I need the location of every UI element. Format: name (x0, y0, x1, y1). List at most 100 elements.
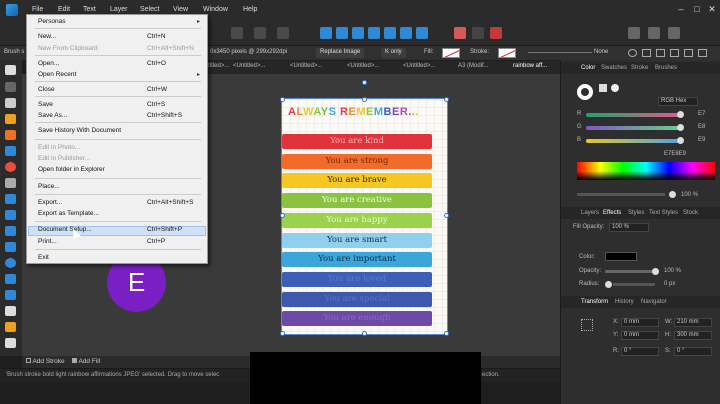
fill-tool-icon[interactable] (5, 162, 16, 172)
flip-h-icon[interactable] (684, 49, 693, 57)
shear-field[interactable]: 0 ° (674, 347, 712, 356)
fill-color-well[interactable] (599, 84, 607, 92)
tab-effects[interactable]: Effects (603, 210, 621, 216)
g-value[interactable]: E8 (698, 124, 705, 130)
tab-styles[interactable]: Styles (628, 210, 644, 216)
effect-opacity-knob[interactable] (652, 268, 659, 275)
selection-handle[interactable] (280, 97, 285, 102)
selection-handle[interactable] (444, 97, 449, 102)
heart-tool-icon[interactable] (5, 290, 16, 300)
rectangle-tool-icon[interactable] (5, 226, 16, 236)
color-model-select[interactable]: RGB Hex (658, 97, 698, 106)
rotate-icon[interactable] (416, 27, 428, 39)
pencil-tool-icon[interactable] (5, 130, 16, 140)
triangle-tool-icon[interactable] (5, 242, 16, 252)
g-channel-knob[interactable] (677, 124, 684, 131)
tab-navigator[interactable]: Navigator (641, 299, 667, 305)
menu-item-save-as[interactable]: Save As... (38, 112, 67, 119)
menu-select[interactable]: Select (140, 6, 159, 13)
menu-item-save-history-with-document[interactable]: Save History With Document (38, 127, 121, 134)
flip-v-icon[interactable] (698, 49, 707, 57)
effect-opacity-value[interactable]: 100 % (664, 268, 681, 274)
fill-opacity-field[interactable]: 100 % (609, 223, 649, 232)
menu-item-close[interactable]: Close (38, 86, 55, 93)
effect-opacity-slider[interactable] (605, 270, 655, 273)
place-image-tool-icon[interactable] (5, 194, 16, 204)
menu-item-new-from-clipboard[interactable]: New From Clipboard (38, 45, 98, 52)
align-top-icon[interactable] (368, 27, 380, 39)
effect-radius-knob[interactable] (605, 281, 612, 288)
w-field[interactable]: 210 mm (674, 318, 712, 327)
menu-item-exit[interactable]: Exit (38, 254, 49, 261)
fill-swatch[interactable] (442, 48, 460, 58)
pen-tool-icon[interactable] (5, 114, 16, 124)
effect-color-swatch[interactable] (605, 252, 637, 261)
order-icon[interactable] (277, 27, 289, 39)
tab-untitled-3[interactable]: <Untitled>... (290, 63, 322, 69)
align-left-icon[interactable] (320, 27, 332, 39)
align-right-icon[interactable] (352, 27, 364, 39)
menu-item-document-setup[interactable]: Document Setup... (38, 226, 92, 233)
menu-item-open-recent[interactable]: Open Recent (38, 71, 76, 78)
menu-file[interactable]: File (32, 6, 43, 13)
tab-rainbow-affirmations[interactable]: rainbow aff... (513, 63, 547, 69)
snap-toggle-icon[interactable] (490, 27, 502, 39)
b-channel-slider[interactable] (586, 139, 682, 143)
r-channel-knob[interactable] (677, 111, 684, 118)
menu-window[interactable]: Window (203, 6, 228, 13)
g-channel-slider[interactable] (586, 126, 682, 130)
app-logo-icon[interactable] (6, 4, 18, 16)
tab-stock[interactable]: Stock (683, 210, 698, 216)
rotation-handle[interactable] (362, 80, 367, 85)
k-only-button[interactable]: K only (381, 48, 406, 58)
studio-link-icon[interactable] (628, 27, 640, 39)
menu-item-save[interactable]: Save (38, 101, 53, 108)
menu-item-open-folder-in-explorer[interactable]: Open folder in Explorer (38, 166, 105, 173)
flip-icon[interactable] (400, 27, 412, 39)
b-value[interactable]: E9 (698, 137, 705, 143)
vector-brush-tool-icon[interactable] (5, 146, 16, 156)
add-stroke-button[interactable]: Add Stroke (26, 358, 65, 365)
select-icon[interactable] (670, 49, 679, 57)
menu-item-place[interactable]: Place... (38, 183, 60, 190)
r-value[interactable]: E7 (698, 111, 705, 117)
tab-stroke[interactable]: Stroke (631, 65, 648, 71)
stroke-style-none[interactable]: None (594, 49, 608, 55)
color-opacity-value[interactable]: 100 % (681, 192, 698, 198)
add-fill-button[interactable]: Add Fill (72, 358, 100, 365)
tab-a3-modified[interactable]: A3 (Modif... (458, 63, 489, 69)
ellipse-tool-icon[interactable] (5, 258, 16, 268)
selection-handle[interactable] (280, 331, 285, 336)
x-field[interactable]: 0 mm (621, 318, 659, 327)
menu-help[interactable]: Help (243, 6, 257, 13)
settings-icon[interactable] (668, 27, 680, 39)
effect-radius-slider[interactable] (613, 283, 655, 286)
tab-color[interactable]: Color (581, 65, 595, 71)
selection-handle[interactable] (444, 213, 449, 218)
node-tool-icon[interactable] (5, 82, 16, 92)
view-mode-icon[interactable] (254, 27, 266, 39)
tab-brushes[interactable]: Brushes (655, 65, 677, 71)
menu-text[interactable]: Text (83, 6, 96, 13)
menu-item-personas[interactable]: Personas (38, 18, 65, 25)
menu-layer[interactable]: Layer (110, 6, 128, 13)
menu-edit[interactable]: Edit (58, 6, 70, 13)
menu-item-export-as-template[interactable]: Export as Template... (38, 210, 99, 217)
menu-view[interactable]: View (173, 6, 188, 13)
stroke-color-well[interactable] (577, 84, 593, 100)
transform-icon[interactable] (642, 49, 651, 57)
stroke-width-slider[interactable] (528, 52, 592, 53)
opacity-knob[interactable] (669, 191, 676, 198)
tab-text-styles[interactable]: Text Styles (649, 210, 678, 216)
user-icon[interactable] (648, 27, 660, 39)
menu-item-new[interactable]: New... (38, 33, 56, 40)
replace-image-button[interactable]: Replace Image (316, 48, 365, 58)
move-tool-icon[interactable] (5, 65, 16, 75)
selection-handle[interactable] (280, 213, 285, 218)
hand-tool-icon[interactable] (5, 338, 16, 348)
snapping-icon[interactable] (231, 27, 243, 39)
grid-icon[interactable] (454, 27, 466, 39)
minimize-icon[interactable]: – (674, 4, 688, 16)
hex-value[interactable]: E7E8E9 (664, 151, 686, 157)
tab-swatches[interactable]: Swatches (601, 65, 627, 71)
